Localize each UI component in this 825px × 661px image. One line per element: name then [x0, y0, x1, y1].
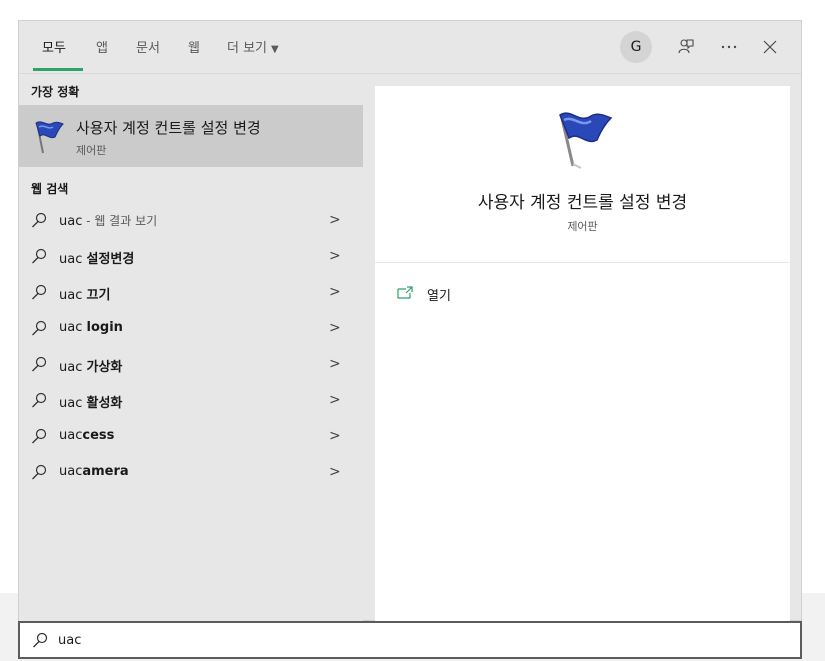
query-prefix: uac	[59, 288, 87, 303]
tab-all[interactable]: 모두	[42, 37, 66, 56]
query-suggestion: 설정변경	[86, 252, 135, 267]
search-icon	[32, 320, 47, 336]
tab-documents[interactable]: 문서	[136, 37, 160, 56]
best-match-subtitle: 제어판	[76, 144, 107, 157]
active-tab-indicator	[33, 68, 83, 71]
blue-flag-icon	[35, 121, 64, 154]
results-list: 가장 정확 사용자 계정 컨트롤 설정 변경 제어판 웹 검색 uac - 웹 …	[19, 74, 363, 622]
search-icon	[32, 392, 47, 408]
query-suggestion: 끄기	[86, 288, 111, 303]
query-prefix: uac	[59, 360, 87, 375]
chevron-right-icon[interactable]: >	[329, 464, 341, 480]
tab-more-label: 더 보기	[227, 41, 268, 56]
web-search-item[interactable]: uacamera >	[19, 454, 363, 490]
search-icon	[32, 464, 47, 480]
close-icon[interactable]	[758, 35, 782, 59]
web-search-item[interactable]: uac 가상화 >	[19, 346, 363, 382]
tab-more[interactable]: 더 보기 ▼	[227, 37, 279, 56]
search-icon	[32, 356, 47, 372]
query-suggestion: login	[86, 320, 123, 335]
avatar[interactable]: G	[620, 31, 652, 63]
web-search-item[interactable]: uaccess >	[19, 418, 363, 454]
search-icon	[32, 212, 47, 228]
search-icon	[32, 248, 47, 264]
query-prefix: uac	[59, 464, 83, 479]
tab-web[interactable]: 웹	[188, 37, 200, 56]
tab-bar: 모두 앱 문서 웹 더 보기 ▼ G	[19, 21, 801, 74]
query-suggestion: 가상화	[86, 360, 123, 375]
query-suggestion: amera	[82, 464, 129, 479]
query-prefix: uac	[59, 252, 87, 267]
query-prefix: uac	[59, 320, 87, 335]
search-icon	[32, 284, 47, 300]
web-search-heading: 웹 검색	[31, 182, 69, 196]
web-search-item[interactable]: uac 설정변경 >	[19, 238, 363, 274]
web-search-item[interactable]: uac 활성화 >	[19, 382, 363, 418]
chevron-right-icon[interactable]: >	[329, 320, 341, 336]
divider	[375, 262, 790, 263]
chevron-right-icon[interactable]: >	[329, 428, 341, 444]
best-match-heading: 가장 정확	[31, 85, 80, 99]
chevron-right-icon[interactable]: >	[329, 392, 341, 408]
preview-subtitle: 제어판	[567, 220, 598, 233]
search-icon	[32, 428, 47, 444]
web-search-item[interactable]: uac login >	[19, 310, 363, 346]
search-input[interactable]	[58, 630, 758, 650]
chevron-right-icon[interactable]: >	[329, 356, 341, 372]
caret-down-icon: ▼	[271, 44, 279, 55]
preview-title: 사용자 계정 컨트롤 설정 변경	[477, 193, 688, 213]
more-options-icon[interactable]	[717, 35, 741, 59]
open-action-label: 열기	[427, 289, 451, 304]
query-hint: - 웹 결과 보기	[82, 214, 158, 228]
feedback-icon[interactable]	[674, 35, 698, 59]
preview-pane: 사용자 계정 컨트롤 설정 변경 제어판 열기	[375, 86, 790, 622]
best-match-item[interactable]: 사용자 계정 컨트롤 설정 변경 제어판	[19, 105, 363, 167]
open-action[interactable]: 열기	[397, 282, 597, 306]
chevron-right-icon[interactable]: >	[329, 284, 341, 300]
query-prefix: uac	[59, 428, 83, 443]
query-prefix: uac	[59, 214, 83, 229]
blue-flag-icon	[559, 112, 613, 169]
web-search-item[interactable]: uac - 웹 결과 보기 >	[19, 202, 363, 238]
query-suggestion: cess	[82, 428, 115, 443]
chevron-right-icon[interactable]: >	[329, 248, 341, 264]
query-suggestion: 활성화	[86, 396, 123, 411]
web-search-item[interactable]: uac 끄기 >	[19, 274, 363, 310]
best-match-title: 사용자 계정 컨트롤 설정 변경	[76, 119, 261, 137]
search-panel: 모두 앱 문서 웹 더 보기 ▼ G 가장 정확 사용자 계정 컨트롤 설정 변…	[18, 20, 802, 622]
open-window-icon	[397, 286, 413, 299]
tab-apps[interactable]: 앱	[96, 37, 108, 56]
search-box[interactable]	[18, 621, 802, 659]
chevron-right-icon[interactable]: >	[329, 212, 341, 228]
query-prefix: uac	[59, 396, 87, 411]
search-icon	[33, 632, 48, 648]
